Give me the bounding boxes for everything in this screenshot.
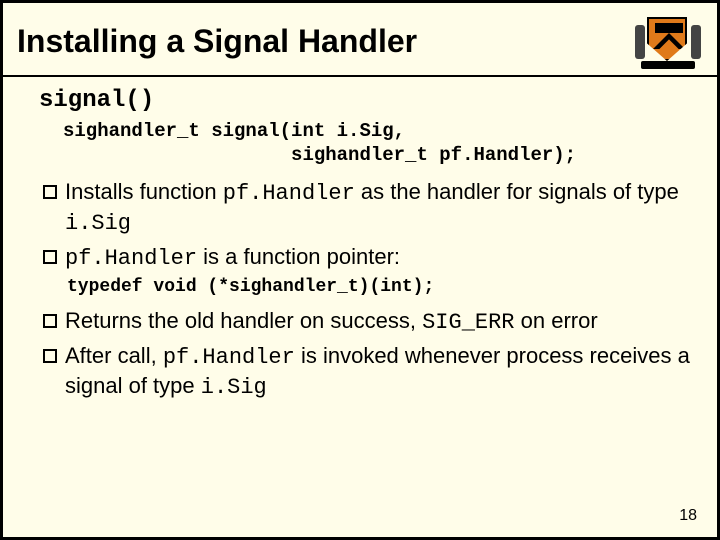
decl-line-2: sighandler_t pf.Handler); <box>63 144 576 166</box>
bullet-list: Installs function pf.Handler as the hand… <box>43 178 703 274</box>
decl-line-1: sighandler_t signal(int i.Sig, <box>63 120 405 142</box>
text-run: on error <box>515 308 598 333</box>
code-run: SIG_ERR <box>422 310 514 335</box>
shield-icon <box>633 13 703 69</box>
slide-body: signal() sighandler_t signal(int i.Sig, … <box>3 77 717 417</box>
code-run: i.Sig <box>201 375 267 400</box>
square-bullet-icon <box>43 349 57 363</box>
code-run: i.Sig <box>65 211 131 236</box>
function-name: signal() <box>39 87 703 114</box>
bullet-text: Returns the old handler on success, SIG_… <box>65 307 598 338</box>
function-declaration: sighandler_t signal(int i.Sig, sighandle… <box>63 120 703 168</box>
square-bullet-icon <box>43 250 57 264</box>
list-item: After call, pf.Handler is invoked whenev… <box>43 342 703 403</box>
list-item: pf.Handler is a function pointer: <box>43 243 703 274</box>
text-run: After call, <box>65 343 163 368</box>
slide: Installing a Signal Handler signal() sig… <box>0 0 720 540</box>
bullet-text: Installs function pf.Handler as the hand… <box>65 178 703 239</box>
square-bullet-icon <box>43 185 57 199</box>
bullet-text: After call, pf.Handler is invoked whenev… <box>65 342 703 403</box>
text-run: as the handler for signals of type <box>355 179 679 204</box>
code-run: pf.Handler <box>223 181 355 206</box>
title-row: Installing a Signal Handler <box>3 3 717 75</box>
bullet-list: Returns the old handler on success, SIG_… <box>43 307 703 403</box>
page-number: 18 <box>679 507 697 525</box>
bullet-text: pf.Handler is a function pointer: <box>65 243 400 274</box>
list-item: Installs function pf.Handler as the hand… <box>43 178 703 239</box>
list-item: Returns the old handler on success, SIG_… <box>43 307 703 338</box>
typedef-line: typedef void (*sighandler_t)(int); <box>67 277 703 297</box>
square-bullet-icon <box>43 314 57 328</box>
text-run: Installs function <box>65 179 223 204</box>
code-run: pf.Handler <box>65 246 197 271</box>
code-run: pf.Handler <box>163 345 295 370</box>
text-run: Returns the old handler on success, <box>65 308 422 333</box>
slide-title: Installing a Signal Handler <box>17 23 417 60</box>
text-run: is a function pointer: <box>197 244 400 269</box>
